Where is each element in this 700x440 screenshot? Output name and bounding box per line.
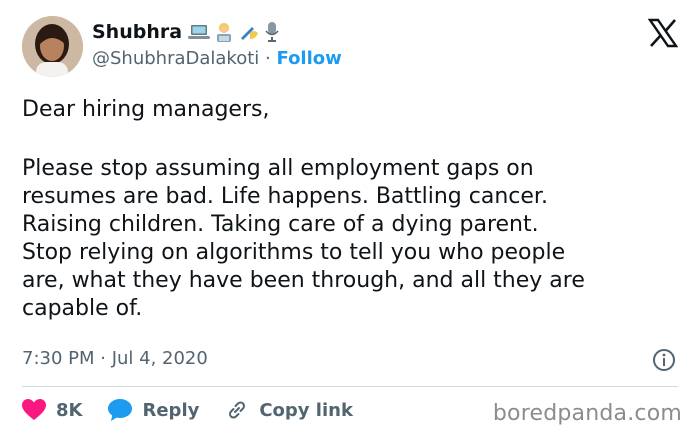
writing-hand-emoji-icon bbox=[241, 27, 259, 40]
reply-button[interactable]: Reply bbox=[108, 399, 199, 421]
copy-link-button[interactable]: Copy link bbox=[225, 398, 353, 422]
tweet-card: Shubhra @ShubhraDalakoti · Follow Dear h… bbox=[0, 0, 700, 440]
author-handle-row: @ShubhraDalakoti · Follow bbox=[92, 48, 342, 69]
likes-count: 8K bbox=[56, 399, 83, 421]
separator: · bbox=[265, 48, 271, 69]
tweet-timestamp[interactable]: 7:30 PM · Jul 4, 2020 bbox=[22, 348, 208, 369]
author-name-row: Shubhra bbox=[92, 21, 281, 43]
avatar[interactable] bbox=[22, 16, 83, 77]
avatar-image bbox=[22, 16, 83, 77]
tweet-body: Please stop assuming all employment gaps… bbox=[22, 156, 585, 321]
x-logo-icon[interactable] bbox=[648, 18, 678, 48]
tweet-greeting: Dear hiring managers, bbox=[22, 97, 270, 122]
follow-button[interactable]: Follow bbox=[277, 48, 342, 69]
author-handle[interactable]: @ShubhraDalakoti bbox=[92, 48, 259, 69]
reply-label: Reply bbox=[142, 399, 200, 421]
laptop-emoji-icon bbox=[188, 25, 211, 39]
like-button[interactable]: 8K bbox=[22, 399, 82, 421]
woman-technologist-emoji-icon bbox=[217, 23, 232, 42]
action-bar: 8K Reply Copy link bbox=[22, 398, 379, 422]
divider bbox=[22, 386, 678, 387]
author-name[interactable]: Shubhra bbox=[92, 21, 182, 43]
info-icon[interactable] bbox=[652, 348, 676, 372]
copy-link-label: Copy link bbox=[259, 399, 353, 421]
name-emojis bbox=[188, 21, 281, 43]
heart-icon bbox=[22, 399, 46, 420]
watermark: boredpanda.com bbox=[492, 401, 682, 426]
link-icon bbox=[229, 401, 246, 419]
microphone-emoji-icon bbox=[265, 22, 279, 42]
reply-bubble-icon bbox=[108, 399, 133, 421]
